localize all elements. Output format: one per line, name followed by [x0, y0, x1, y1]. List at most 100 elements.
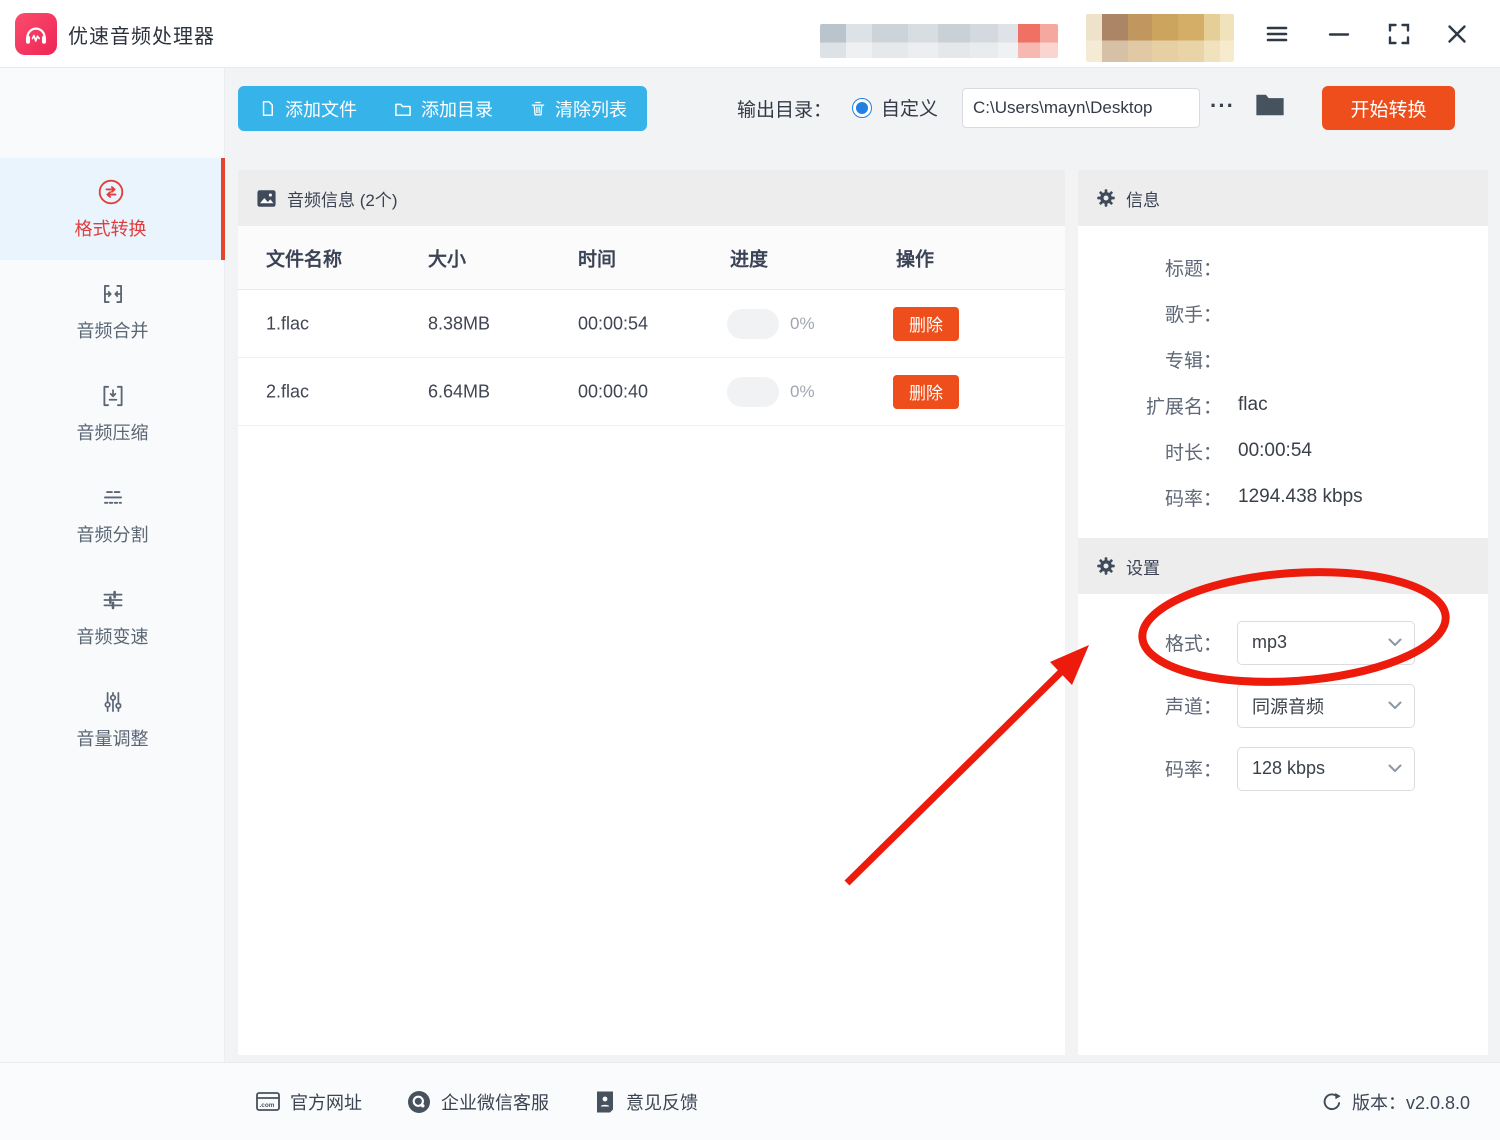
sidebar-item-volume-adjust[interactable]: 音量调整: [0, 668, 225, 770]
sidebar-item-audio-merge[interactable]: 音频合并: [0, 260, 225, 362]
wechat-service-link[interactable]: 企业微信客服: [406, 1089, 549, 1115]
sidebar-item-label: 格式转换: [75, 215, 147, 241]
add-file-label: 添加文件: [285, 96, 357, 122]
wechat-service-icon: [406, 1089, 432, 1115]
browse-more-button[interactable]: ···: [1210, 93, 1235, 119]
progress-bar: [727, 377, 779, 407]
audio-split-icon: [99, 484, 127, 512]
progress-bar: [727, 309, 779, 339]
feedback-link[interactable]: 意见反馈: [593, 1089, 698, 1115]
sidebar-item-label: 音频变速: [77, 623, 149, 649]
output-path-input[interactable]: [962, 88, 1200, 128]
file-time: 00:00:54: [578, 313, 648, 334]
custom-radio-input[interactable]: [852, 98, 872, 118]
svg-text:.com: .com: [260, 1102, 275, 1109]
info-label: 专辑：: [1078, 346, 1222, 373]
settings-panel-title: 设置: [1126, 554, 1160, 579]
add-directory-button[interactable]: 添加目录: [393, 96, 493, 122]
file-size: 6.64MB: [428, 381, 490, 402]
volume-adjust-icon: [99, 688, 127, 716]
info-panel-title: 信息: [1126, 186, 1160, 211]
file-icon: [258, 99, 277, 118]
delete-button[interactable]: 删除: [893, 307, 959, 341]
gear-icon: [1096, 188, 1116, 208]
col-time: 时间: [578, 244, 616, 271]
feedback-label: 意见反馈: [626, 1089, 698, 1115]
table-header: 文件名称 大小 时间 进度 操作: [238, 226, 1065, 290]
info-fields: 标题： 歌手： 专辑： 扩展名：flac 时长：00:00:54 码率：1294…: [1078, 226, 1488, 520]
settings-panel-header: 设置: [1078, 538, 1488, 594]
info-value: 1294.438 kbps: [1238, 486, 1363, 508]
titlebar: 优速音频处理器: [0, 0, 1500, 68]
version-label: 版本：v2.0.8.0: [1352, 1089, 1470, 1115]
col-filename: 文件名称: [266, 244, 342, 271]
custom-output-radio[interactable]: 自定义: [852, 94, 938, 121]
app-title: 优速音频处理器: [68, 0, 215, 68]
sidebar-item-label: 音量调整: [77, 725, 149, 751]
sidebar-item-audio-speed[interactable]: 音频变速: [0, 566, 225, 668]
custom-radio-label: 自定义: [881, 94, 938, 121]
add-directory-label: 添加目录: [421, 96, 493, 122]
table-row: 2.flac 6.64MB 00:00:40 0% 删除: [238, 358, 1065, 426]
open-folder-button[interactable]: [1253, 90, 1287, 120]
folder-outline-icon: [393, 99, 413, 119]
maximize-icon: [1386, 21, 1412, 47]
sidebar-item-audio-split[interactable]: 音频分割: [0, 464, 225, 566]
redacted-badge: [1086, 14, 1234, 62]
sidebar: 格式转换 音频合并 音频压缩 音频分割: [0, 68, 225, 1062]
info-settings-panel: 信息 标题： 歌手： 专辑： 扩展名：flac 时长：00:00:54 码率：1…: [1078, 170, 1488, 1055]
bitrate-select[interactable]: 128 kbps: [1237, 747, 1415, 791]
folder-icon: [1253, 90, 1287, 120]
close-button[interactable]: [1440, 18, 1474, 50]
start-convert-button[interactable]: 开始转换: [1322, 86, 1455, 130]
sidebar-item-label: 音频压缩: [77, 419, 149, 445]
delete-button[interactable]: 删除: [893, 375, 959, 409]
sidebar-item-label: 音频分割: [77, 521, 149, 547]
menu-button[interactable]: [1260, 18, 1294, 50]
close-icon: [1444, 21, 1470, 47]
info-label: 歌手：: [1078, 300, 1222, 327]
app-logo: [15, 13, 57, 55]
info-value: 00:00:54: [1238, 440, 1312, 462]
info-panel-header: 信息: [1078, 170, 1488, 226]
table-row: 1.flac 8.38MB 00:00:54 0% 删除: [238, 290, 1065, 358]
sidebar-item-label: 音频合并: [77, 317, 149, 343]
clear-list-button[interactable]: 清除列表: [529, 96, 627, 122]
file-panel-header: 音频信息 (2个): [238, 170, 1065, 226]
add-file-button[interactable]: 添加文件: [258, 96, 357, 122]
col-progress: 进度: [730, 244, 768, 271]
clear-list-label: 清除列表: [555, 96, 627, 122]
minimize-icon: [1326, 21, 1352, 47]
settings-fields: 格式： mp3 声道： 同源音频 码率： 128 kbps: [1078, 611, 1488, 800]
audio-info-icon: [256, 189, 277, 208]
sidebar-item-format-convert[interactable]: 格式转换: [0, 158, 225, 260]
maximize-button[interactable]: [1382, 18, 1416, 50]
chevron-down-icon: [1388, 701, 1402, 710]
official-website-label: 官方网址: [290, 1089, 362, 1115]
info-label: 时长：: [1078, 438, 1222, 465]
col-size: 大小: [428, 244, 466, 271]
info-label: 标题：: [1078, 254, 1222, 281]
refresh-icon: [1321, 1091, 1343, 1113]
minimize-button[interactable]: [1322, 18, 1356, 50]
headphones-icon: [21, 19, 51, 49]
footer: .com 官方网址 企业微信客服 意见反馈: [0, 1062, 1500, 1140]
sidebar-item-audio-compress[interactable]: 音频压缩: [0, 362, 225, 464]
official-website-link[interactable]: .com 官方网址: [255, 1089, 362, 1115]
hamburger-icon: [1264, 21, 1290, 47]
channel-value: 同源音频: [1252, 693, 1324, 719]
wechat-service-label: 企业微信客服: [441, 1089, 549, 1115]
bitrate-value: 128 kbps: [1252, 758, 1325, 779]
progress-percent: 0%: [790, 314, 815, 334]
info-label: 码率：: [1078, 484, 1222, 511]
col-action: 操作: [896, 244, 934, 271]
chevron-down-icon: [1388, 638, 1402, 647]
file-size: 8.38MB: [428, 313, 490, 334]
progress-percent: 0%: [790, 382, 815, 402]
file-name: 2.flac: [266, 381, 309, 402]
trash-icon: [529, 99, 547, 118]
format-convert-icon: [97, 178, 125, 206]
format-select[interactable]: mp3: [1237, 621, 1415, 665]
channel-select[interactable]: 同源音频: [1237, 684, 1415, 728]
audio-speed-icon: [99, 586, 127, 614]
